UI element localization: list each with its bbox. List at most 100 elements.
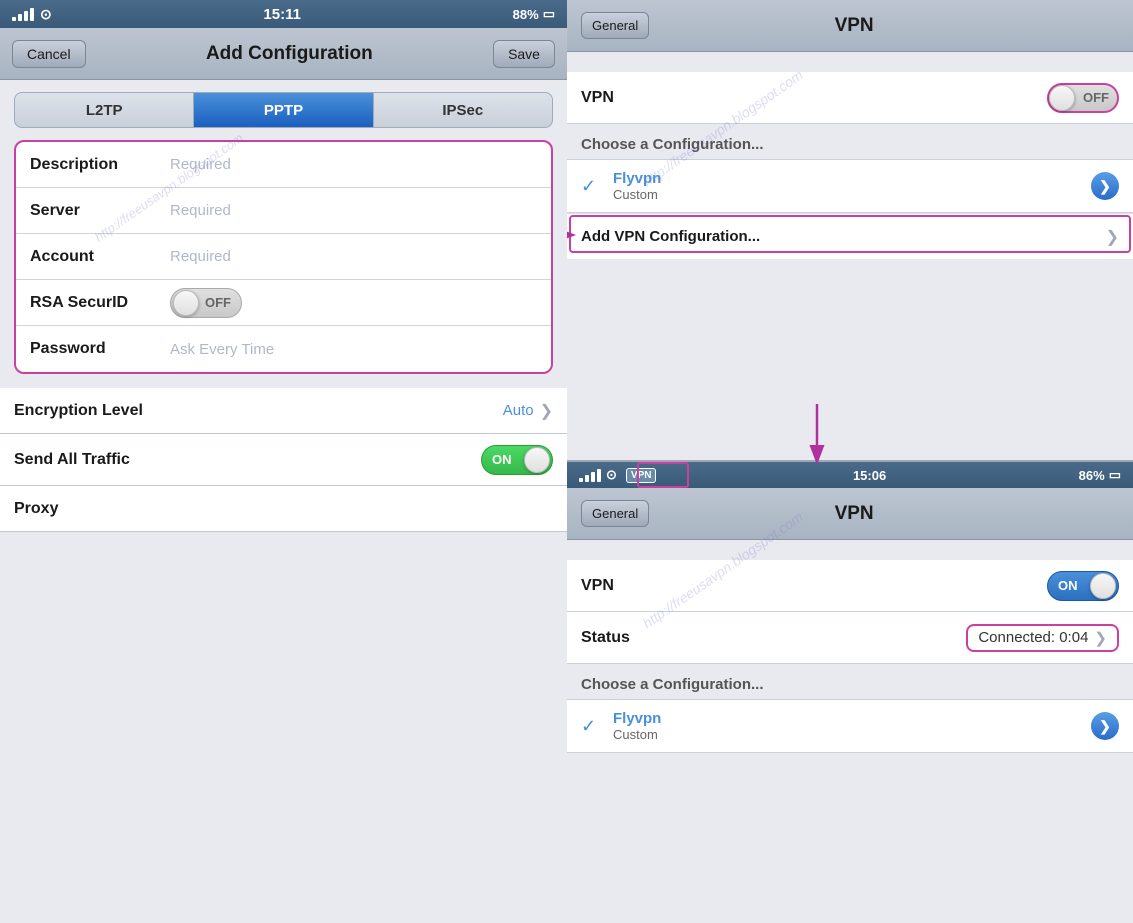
- config-type-top: Custom: [613, 187, 1091, 202]
- add-vpn-label-top: Add VPN Configuration...: [581, 228, 1106, 245]
- battery-icon: ▭: [543, 6, 555, 22]
- rsa-toggle[interactable]: OFF: [170, 288, 242, 318]
- add-vpn-chevron-top: ❯: [1106, 227, 1119, 247]
- protocol-segmented-control: L2TP PPTP IPSec: [14, 92, 553, 128]
- vpn-toggle-top[interactable]: OFF: [1047, 83, 1119, 113]
- status-bar-bottom-left: ⊙ VPN: [579, 467, 660, 483]
- wifi-icon-bottom: ⊙: [606, 467, 617, 483]
- toggle-knob: [173, 290, 199, 316]
- send-all-traffic-label: Send All Traffic: [14, 451, 481, 469]
- config-item-flyvpn-top: ✓ Flyvpn Custom ❯: [567, 160, 1133, 212]
- encryption-label: Encryption Level: [14, 402, 503, 420]
- config-name-top: Flyvpn: [613, 170, 1091, 187]
- form-section: Description Required Server Required Acc…: [14, 140, 553, 374]
- vpn-toggle-bottom[interactable]: ON: [1047, 571, 1119, 601]
- choose-config-header-bottom: Choose a Configuration...: [567, 664, 1133, 699]
- status-bar-left: ⊙ 15:11 88% ▭: [0, 0, 567, 28]
- config-detail-btn-bottom[interactable]: ❯: [1091, 712, 1119, 740]
- status-bar-left-items: ⊙: [12, 6, 52, 23]
- toggle-off-label: OFF: [205, 295, 231, 310]
- server-input[interactable]: Required: [170, 202, 537, 219]
- server-label: Server: [30, 202, 170, 220]
- config-checkmark-bottom: ✓: [581, 716, 605, 737]
- account-label: Account: [30, 248, 170, 266]
- status-bar-bottom-right: 86% ▭: [1079, 467, 1121, 483]
- vpn-toggle-on-label: ON: [1058, 578, 1078, 593]
- config-name-bottom: Flyvpn: [613, 710, 1091, 727]
- general-button-bottom[interactable]: General: [581, 500, 649, 527]
- config-checkmark-top: ✓: [581, 176, 605, 197]
- wifi-icon: ⊙: [40, 6, 52, 23]
- add-vpn-item-top[interactable]: Add VPN Configuration... ❯: [567, 213, 1133, 259]
- proxy-row: Proxy: [0, 486, 567, 532]
- form-row-server: Server Required: [16, 188, 551, 234]
- sb3: [591, 472, 595, 482]
- choose-config-header-top: Choose a Configuration...: [567, 124, 1133, 159]
- sb2: [585, 475, 589, 482]
- signal-bar-3: [24, 11, 28, 21]
- send-all-traffic-row: Send All Traffic ON: [0, 434, 567, 486]
- status-label: Status: [581, 629, 966, 647]
- vpn-toggle-knob-top: [1049, 85, 1075, 111]
- status-value[interactable]: Connected: 0:04 ❯: [966, 624, 1119, 652]
- config-type-bottom: Custom: [613, 727, 1091, 742]
- signal-bar-2: [18, 14, 22, 21]
- vpn-label-top: VPN: [581, 89, 1047, 107]
- config-list-top: ✓ Flyvpn Custom ❯: [567, 159, 1133, 213]
- form-row-rsa: RSA SecurID OFF: [16, 280, 551, 326]
- vpn-nav-bar-top: General VPN: [567, 0, 1133, 52]
- seg-pptp[interactable]: PPTP: [194, 93, 373, 127]
- vpn-toggle-off-label-top: OFF: [1083, 90, 1109, 105]
- encryption-level-row: Encryption Level Auto ❯: [0, 388, 567, 434]
- sb1: [579, 478, 583, 482]
- left-panel: ⊙ 15:11 88% ▭ Cancel Add Configuration S…: [0, 0, 567, 923]
- rsa-label: RSA SecurID: [30, 294, 170, 312]
- seg-l2tp[interactable]: L2TP: [15, 93, 194, 127]
- vpn-toggle-row-top: VPN OFF: [567, 72, 1133, 124]
- send-all-traffic-toggle-label: ON: [492, 452, 512, 467]
- status-chevron: ❯: [1094, 629, 1107, 647]
- form-row-password: Password Ask Every Time: [16, 326, 551, 372]
- config-list-bottom: ✓ Flyvpn Custom ❯: [567, 699, 1133, 753]
- send-all-traffic-toggle[interactable]: ON: [481, 445, 553, 475]
- config-info-bottom: Flyvpn Custom: [613, 710, 1091, 742]
- form-row-account: Account Required: [16, 234, 551, 280]
- signal-bar-1: [12, 17, 16, 21]
- encryption-value: Auto: [503, 402, 534, 419]
- account-input[interactable]: Required: [170, 248, 537, 265]
- vpn-title-bottom: VPN: [649, 503, 1059, 525]
- encryption-chevron: ❯: [540, 401, 553, 421]
- vpn-screen-top: General VPN VPN OFF Choose a Configurati…: [567, 0, 1133, 462]
- config-item-flyvpn-bottom: ✓ Flyvpn Custom ❯: [567, 700, 1133, 752]
- signal-bar-4: [30, 8, 34, 21]
- status-row: Status Connected: 0:04 ❯: [567, 612, 1133, 664]
- vpn-badge: VPN: [626, 468, 657, 483]
- form-row-description: Description Required: [16, 142, 551, 188]
- battery-icon-bottom: ▭: [1109, 467, 1121, 483]
- description-input[interactable]: Required: [170, 156, 537, 173]
- send-all-traffic-toggle-knob: [524, 447, 550, 473]
- nav-bar: Cancel Add Configuration Save: [0, 28, 567, 80]
- right-panel: General VPN VPN OFF Choose a Configurati…: [567, 0, 1133, 923]
- password-input[interactable]: Ask Every Time: [170, 341, 537, 358]
- vpn-toggle-row-bottom: VPN ON: [567, 560, 1133, 612]
- seg-ipsec[interactable]: IPSec: [374, 93, 552, 127]
- sb4: [597, 469, 601, 482]
- vpn-label-bottom: VPN: [581, 577, 1047, 595]
- signal-bars-bottom: [579, 469, 601, 482]
- vpn-screen-bottom: ⊙ VPN 15:06 86% ▭ General VPN VPN ON St: [567, 462, 1133, 923]
- status-bar-right-items: 88% ▭: [513, 6, 555, 22]
- battery-bottom: 86%: [1079, 468, 1105, 483]
- vpn-title-top: VPN: [649, 15, 1059, 37]
- proxy-label: Proxy: [14, 500, 553, 518]
- config-detail-btn-top[interactable]: ❯: [1091, 172, 1119, 200]
- general-button-top[interactable]: General: [581, 12, 649, 39]
- page-title: Add Configuration: [206, 43, 373, 65]
- signal-bars: [12, 8, 34, 21]
- status-connected-text: Connected: 0:04: [978, 629, 1088, 646]
- save-button[interactable]: Save: [493, 40, 555, 68]
- password-label: Password: [30, 340, 170, 358]
- config-info-top: Flyvpn Custom: [613, 170, 1091, 202]
- status-time: 15:11: [263, 6, 301, 23]
- cancel-button[interactable]: Cancel: [12, 40, 86, 68]
